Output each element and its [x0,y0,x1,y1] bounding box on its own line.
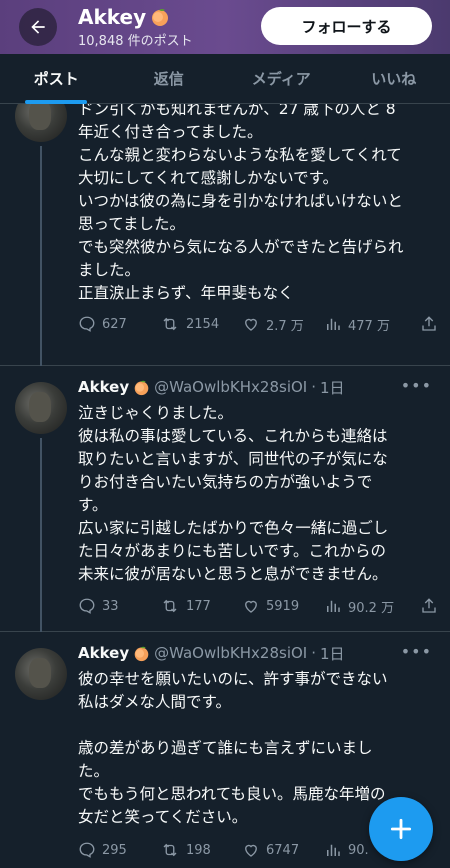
post-feed: ドン引くかも知れませんが、27 歳下の人と 8 年近く付き合ってました。 こんな… [0,104,450,868]
plus-icon [390,818,412,840]
peach-emoji-icon [134,646,149,661]
repost-icon [163,599,177,613]
share-icon [422,316,436,331]
arrow-left-icon [31,20,45,34]
separator-dot: · [311,378,317,396]
post[interactable]: Akkey @WaOwlbKHx28siOI · 1日 ••• 泣きじゃくりまし… [0,366,450,632]
post-text: ドン引くかも知れませんが、27 歳下の人と 8 年近く付き合ってました。 こんな… [78,104,404,302]
heart-icon [245,318,257,331]
post[interactable]: ドン引くかも知れませんが、27 歳下の人と 8 年近く付き合ってました。 こんな… [0,104,450,366]
views-button[interactable]: 90.2 万 [324,597,406,616]
share-icon [422,598,436,613]
post-header: Akkey @WaOwlbKHx28siOI · 1日 [78,376,345,398]
repost-icon [163,317,177,331]
profile-tabs: ポスト 返信 メディア いいね [0,54,450,104]
reply-button[interactable]: 33 [78,597,160,615]
heart-icon [245,600,257,613]
post-text: 泣きじゃくりました。 彼は私の事は愛している、これからも連絡は 取りたいと言いま… [78,404,389,583]
heart-icon [245,844,257,857]
like-button[interactable]: 6747 [242,841,324,859]
post-header: Akkey @WaOwlbKHx28siOI · 1日 [78,642,345,664]
back-button[interactable] [19,8,57,46]
tab-media[interactable]: メディア [225,54,338,103]
reply-icon [79,316,95,332]
share-button[interactable] [420,597,438,615]
post-time[interactable]: 1日 [320,643,345,664]
tab-replies[interactable]: 返信 [113,54,226,103]
reply-icon [79,598,95,614]
like-button[interactable]: 2.7 万 [242,315,324,334]
thread-line [40,438,42,632]
peach-emoji-icon [134,380,149,395]
bar-chart-icon [327,318,340,330]
peach-emoji-icon [152,9,169,26]
tab-likes[interactable]: いいね [338,54,450,103]
follow-button[interactable]: フォローする [261,7,432,45]
author-name[interactable]: Akkey [78,644,129,662]
bar-chart-icon [327,844,340,856]
more-options-icon[interactable]: ••• [401,642,432,661]
avatar[interactable] [15,648,67,700]
repost-button[interactable]: 2154 [160,315,242,333]
repost-icon [163,843,177,857]
more-options-icon[interactable]: ••• [401,376,432,395]
reply-button[interactable]: 295 [78,841,160,859]
bar-chart-icon [327,600,340,612]
views-button[interactable]: 477 万 [324,315,406,334]
avatar[interactable] [15,382,67,434]
profile-name: Akkey [78,5,147,29]
repost-button[interactable]: 198 [160,841,242,859]
author-handle[interactable]: @WaOwlbKHx28siOI [154,644,307,662]
author-handle[interactable]: @WaOwlbKHx28siOI [154,378,307,396]
post-count: 10,848 件のポスト [78,34,193,49]
author-name[interactable]: Akkey [78,378,129,396]
reply-button[interactable]: 627 [78,315,160,333]
profile-header: Akkey 10,848 件のポスト フォローする [0,0,450,54]
like-button[interactable]: 5919 [242,597,324,615]
avatar[interactable] [15,104,67,142]
separator-dot: · [311,644,317,662]
post-actions: 627 2154 2.7 万 477 万 [78,312,438,336]
repost-button[interactable]: 177 [160,597,242,615]
compose-button[interactable] [369,797,433,861]
post-time[interactable]: 1日 [320,377,345,398]
profile-title-block: Akkey 10,848 件のポスト [78,5,193,49]
tab-posts[interactable]: ポスト [0,54,113,104]
share-button[interactable] [420,315,438,333]
thread-line [40,146,42,366]
post-actions: 33 177 5919 90.2 万 [78,594,438,618]
reply-icon [79,842,95,858]
